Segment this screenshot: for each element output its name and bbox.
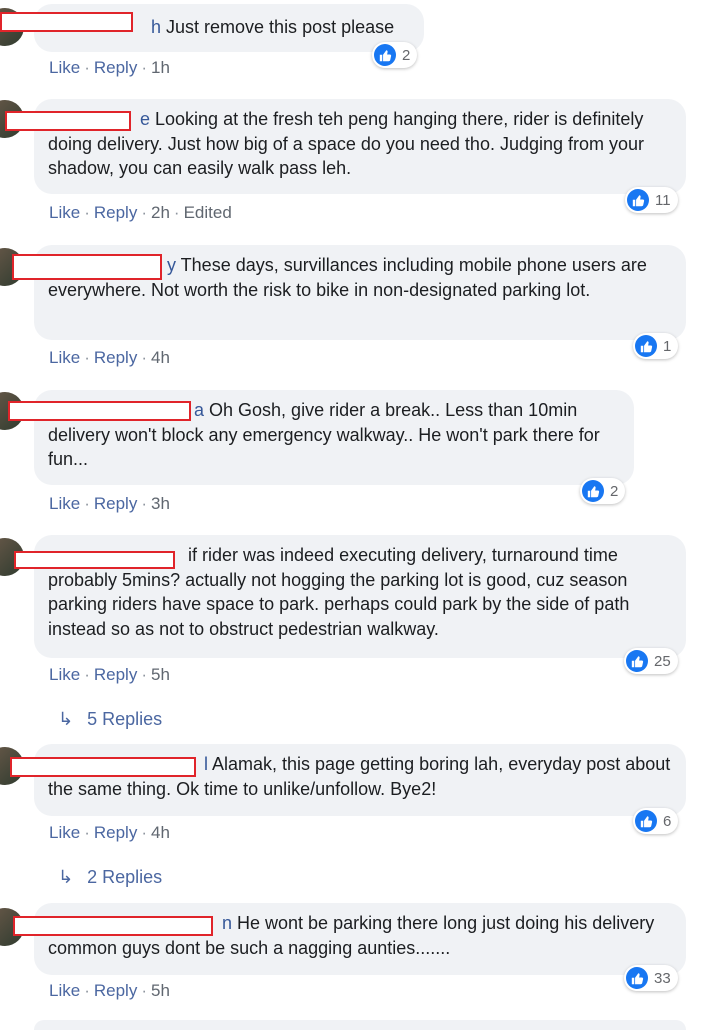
reaction-count[interactable]: 2 xyxy=(372,42,418,68)
reaction-count[interactable]: 11 xyxy=(625,187,678,213)
comment-actions: Like · Reply · 4h xyxy=(49,348,170,367)
reply-link[interactable]: Reply xyxy=(94,203,137,222)
comment-text: Just remove this post please xyxy=(161,17,395,37)
reply-link[interactable]: Reply xyxy=(94,981,137,1000)
redaction-box xyxy=(0,12,133,32)
timestamp[interactable]: 1h xyxy=(151,58,170,77)
like-link[interactable]: Like xyxy=(49,981,80,1000)
reaction-count[interactable]: 33 xyxy=(624,965,678,991)
like-link[interactable]: Like xyxy=(49,823,80,842)
like-link[interactable]: Like xyxy=(49,58,80,77)
thumbs-up-icon xyxy=(626,650,648,672)
reaction-count[interactable]: 6 xyxy=(633,808,679,834)
reply-arrow-icon: ↳ xyxy=(58,709,74,729)
reaction-count-value: 2 xyxy=(402,46,411,64)
redaction-box xyxy=(8,401,191,421)
reply-arrow-icon: ↳ xyxy=(58,867,74,887)
comment-actions: Like · Reply · 2h · Edited xyxy=(49,203,232,222)
reaction-count-value: 11 xyxy=(655,191,671,209)
comment-actions: Like · Reply · 1h xyxy=(49,58,170,77)
view-replies-link[interactable]: ↳ 2 Replies xyxy=(58,867,162,888)
reaction-count[interactable]: 25 xyxy=(624,648,678,674)
comment-actions: Like · Reply · 4h xyxy=(49,823,170,842)
like-link[interactable]: Like xyxy=(49,494,80,513)
next-comment-bubble-edge xyxy=(34,1020,686,1030)
comment-bubble: n He wont be parking there long just doi… xyxy=(34,903,686,975)
redaction-box xyxy=(10,757,196,777)
reaction-count[interactable]: 1 xyxy=(633,333,679,359)
like-link[interactable]: Like xyxy=(49,665,80,684)
timestamp[interactable]: 5h xyxy=(151,665,170,684)
timestamp[interactable]: 2h xyxy=(151,203,170,222)
like-link[interactable]: Like xyxy=(49,348,80,367)
reaction-count-value: 25 xyxy=(654,652,671,670)
comment-actions: Like · Reply · 3h xyxy=(49,494,170,513)
reaction-count[interactable]: 2 xyxy=(580,478,626,504)
reply-link[interactable]: Reply xyxy=(94,665,137,684)
thumbs-up-icon xyxy=(374,44,396,66)
reply-link[interactable]: Reply xyxy=(94,348,137,367)
timestamp[interactable]: 5h xyxy=(151,981,170,1000)
replies-count: 5 Replies xyxy=(87,709,163,729)
redaction-box xyxy=(13,916,213,936)
redaction-box xyxy=(5,111,131,131)
timestamp[interactable]: 4h xyxy=(151,348,170,367)
timestamp[interactable]: 4h xyxy=(151,823,170,842)
reaction-count-value: 6 xyxy=(663,812,672,830)
comment-bubble: e Looking at the fresh teh peng hanging … xyxy=(34,99,686,194)
comment-actions: Like · Reply · 5h xyxy=(49,981,170,1000)
reaction-count-value: 2 xyxy=(610,482,619,500)
reply-link[interactable]: Reply xyxy=(94,823,137,842)
reply-link[interactable]: Reply xyxy=(94,58,137,77)
view-replies-link[interactable]: ↳ 5 Replies xyxy=(58,709,162,730)
redaction-box xyxy=(12,254,162,280)
edited-label[interactable]: Edited xyxy=(184,203,232,222)
thumbs-up-icon xyxy=(627,189,649,211)
replies-count: 2 Replies xyxy=(87,867,163,887)
thumbs-up-icon xyxy=(635,335,657,357)
reaction-count-value: 33 xyxy=(654,969,671,987)
thumbs-up-icon xyxy=(635,810,657,832)
redaction-box xyxy=(14,551,175,569)
reply-link[interactable]: Reply xyxy=(94,494,137,513)
comment-bubble: l Alamak, this page getting boring lah, … xyxy=(34,744,686,816)
like-link[interactable]: Like xyxy=(49,203,80,222)
reaction-count-value: 1 xyxy=(663,337,672,355)
thumbs-up-icon xyxy=(626,967,648,989)
timestamp[interactable]: 3h xyxy=(151,494,170,513)
thumbs-up-icon xyxy=(582,480,604,502)
comment-actions: Like · Reply · 5h xyxy=(49,665,170,684)
